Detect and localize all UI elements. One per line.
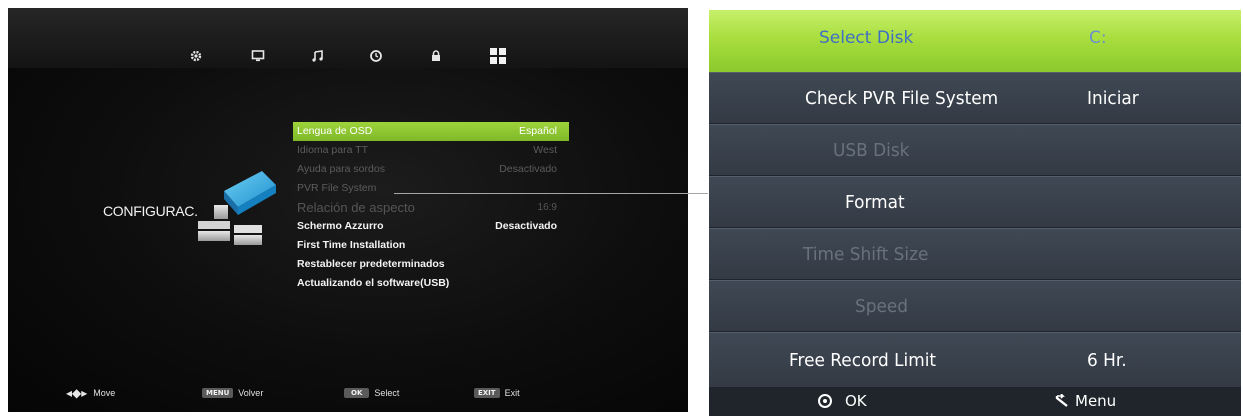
- menu-item-value: Desactivado: [495, 220, 557, 232]
- section-label: CONFIGURAC.: [103, 203, 198, 219]
- menu-item-label: Schermo Azzurro: [297, 220, 384, 232]
- hint-exit: EXIT Exit: [474, 384, 520, 402]
- menu-item-value: Desactivado: [499, 163, 557, 175]
- menu-item-label: PVR File System: [297, 182, 377, 194]
- menu-item-label: Idioma para TT: [297, 144, 369, 156]
- move-arrows-icon: ◂◆▸: [66, 386, 88, 400]
- menu-item-value: Español: [519, 125, 557, 137]
- ok-hint[interactable]: OK: [817, 392, 867, 410]
- hint-move: ◂◆▸ Move: [66, 384, 115, 402]
- settings-cubes-graphic: [198, 171, 276, 245]
- pvr-file-system-screen: Select Disk C: Check PVR File System Ini…: [709, 10, 1241, 416]
- menu-item-aspect-ratio[interactable]: Relación de aspecto 16:9: [293, 198, 569, 217]
- menu-item-pvr-file-system[interactable]: PVR File System: [293, 179, 569, 198]
- hint-back: MENU Volver: [202, 384, 263, 402]
- return-arrow-icon: [1055, 394, 1068, 407]
- osd-settings-menu: Lengua de OSD Español Idioma para TT Wes…: [293, 122, 569, 293]
- menu-item-hearing-impaired[interactable]: Ayuda para sordos Desactivado: [293, 160, 569, 179]
- hint-label: Select: [374, 388, 400, 398]
- menu-item-label: Lengua de OSD: [297, 125, 373, 137]
- menu-item-teletext-language[interactable]: Idioma para TT West: [293, 141, 569, 160]
- clock-icon[interactable]: [364, 44, 388, 68]
- time-shift-size-row: Time Shift Size: [709, 228, 1241, 280]
- tv-settings-screen: CONFIGURAC. Lengua de OSD Español Idioma…: [8, 8, 688, 412]
- check-pvr-file-system-row[interactable]: Check PVR File System Iniciar: [709, 72, 1241, 124]
- music-note-icon[interactable]: [306, 44, 330, 68]
- exit-key-badge: EXIT: [474, 388, 500, 398]
- free-record-limit-row[interactable]: Free Record Limit 6 Hr.: [709, 332, 1241, 388]
- picture-icon[interactable]: [246, 44, 270, 68]
- format-row[interactable]: Format: [709, 176, 1241, 228]
- row-value: Iniciar: [1087, 88, 1139, 109]
- hint-label: Volver: [238, 388, 264, 398]
- menu-hint[interactable]: Menu: [1055, 392, 1116, 410]
- menu-item-restore-defaults[interactable]: Restablecer predeterminados: [293, 255, 569, 274]
- hint-select: OK Select: [344, 384, 399, 402]
- usb-disk-row: USB Disk: [709, 124, 1241, 176]
- select-disk-label: Select Disk: [819, 28, 914, 48]
- grid-icon[interactable]: [486, 44, 510, 68]
- menu-item-label: Restablecer predeterminados: [297, 258, 445, 270]
- row-label: USB Disk: [833, 140, 910, 161]
- pvr-footer-bar: OK Menu: [709, 388, 1241, 416]
- row-label: Speed: [855, 296, 909, 317]
- menu-item-value: West: [533, 144, 557, 156]
- row-label: Free Record Limit: [789, 350, 937, 371]
- menu-key-badge: MENU: [202, 388, 234, 398]
- speed-row: Speed: [709, 280, 1241, 332]
- menu-item-label: First Time Installation: [297, 239, 406, 251]
- lock-icon[interactable]: [424, 44, 448, 68]
- select-disk-row[interactable]: Select Disk C:: [709, 10, 1241, 72]
- menu-item-label: Relación de aspecto: [297, 200, 415, 215]
- row-value: 6 Hr.: [1087, 350, 1127, 371]
- settings-icon[interactable]: [184, 44, 208, 68]
- menu-item-first-time-installation[interactable]: First Time Installation: [293, 236, 569, 255]
- callout-connector-line: [394, 193, 708, 194]
- menu-item-label: Actualizando el software(USB): [297, 277, 450, 289]
- row-label: Time Shift Size: [803, 244, 929, 265]
- row-label: Format: [845, 192, 905, 213]
- settings-tab-bar: [8, 44, 688, 68]
- hint-label: Exit: [504, 388, 520, 398]
- menu-item-label: Ayuda para sordos: [297, 163, 385, 175]
- menu-item-osd-language[interactable]: Lengua de OSD Español: [293, 122, 569, 141]
- menu-label: Menu: [1075, 392, 1117, 410]
- hint-label: Move: [93, 388, 116, 398]
- select-disk-value: C:: [1089, 28, 1107, 48]
- menu-item-value: 16:9: [537, 202, 557, 213]
- menu-item-blue-screen[interactable]: Schermo Azzurro Desactivado: [293, 217, 569, 236]
- ok-label: OK: [845, 392, 867, 410]
- key-hint-bar: ◂◆▸ Move MENU Volver OK Select EXIT Exit: [8, 384, 688, 402]
- ok-button-icon: [818, 394, 832, 408]
- menu-item-software-update-usb[interactable]: Actualizando el software(USB): [293, 274, 569, 293]
- ok-key-badge: OK: [344, 388, 370, 398]
- row-label: Check PVR File System: [805, 88, 999, 109]
